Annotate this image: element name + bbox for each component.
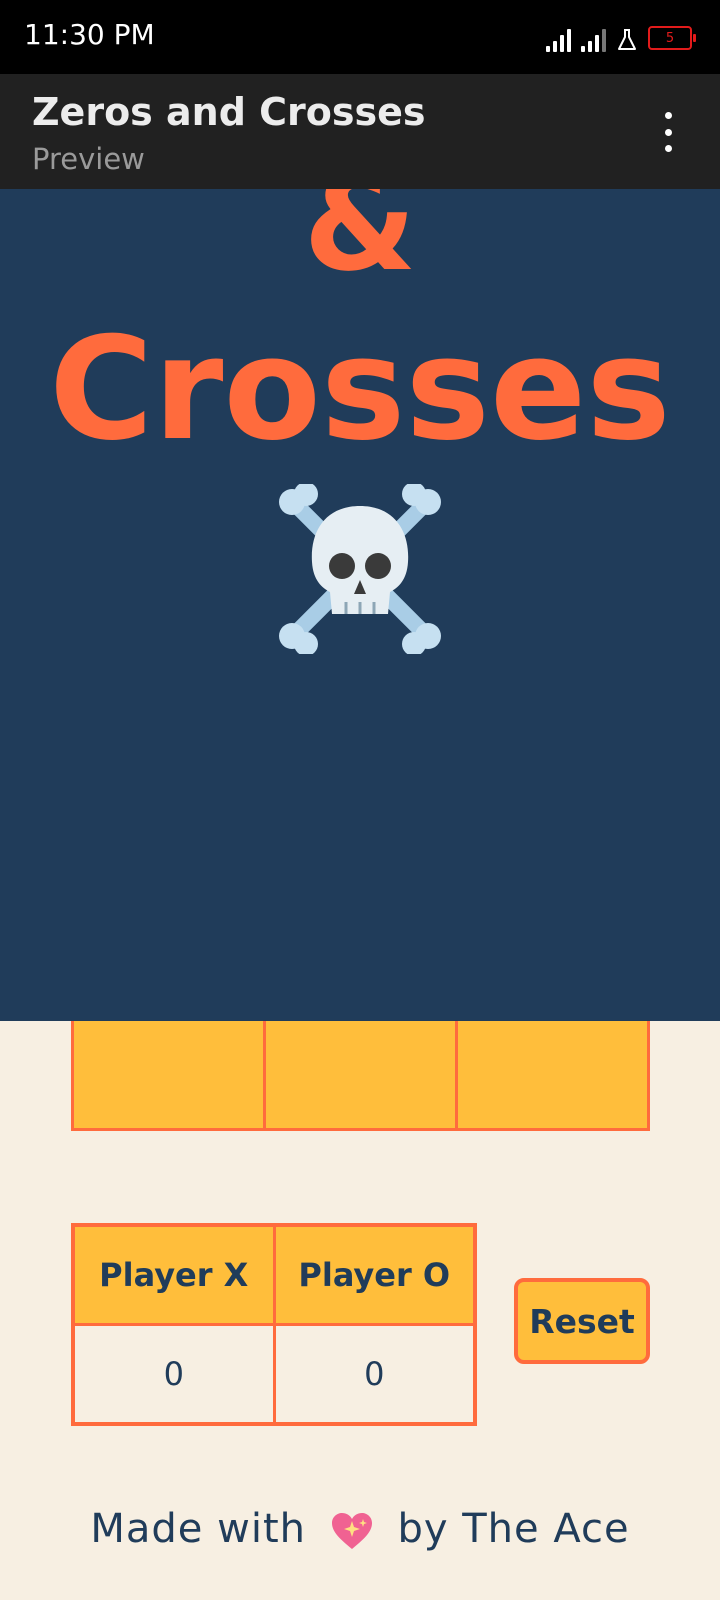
scoreboard: Player X Player O 0 0 <box>71 1223 477 1426</box>
status-bar: 11:30 PM 5 <box>0 0 720 74</box>
status-time: 11:30 PM <box>24 18 155 51</box>
battery-level: 5 <box>665 30 675 46</box>
hero-title: Crosses <box>49 307 671 472</box>
game-board <box>71 1021 650 1131</box>
hero-banner: & Crosses <box>0 189 720 1021</box>
flask-icon <box>616 28 638 52</box>
battery-icon: 5 <box>648 26 696 50</box>
footer: Made with by The Ace <box>0 1506 720 1552</box>
more-vert-icon[interactable] <box>660 112 676 152</box>
skull-and-crossbones-icon <box>279 484 441 654</box>
reset-button[interactable]: Reset <box>514 1278 650 1364</box>
scoreboard-score-row: 0 0 <box>71 1323 477 1426</box>
signal-icon <box>546 28 571 52</box>
sparkling-heart-icon <box>331 1513 372 1549</box>
app-title: Zeros and Crosses <box>32 90 426 134</box>
signal-icon <box>581 28 606 52</box>
board-cell[interactable] <box>266 1021 458 1128</box>
player-x-score: 0 <box>71 1323 276 1426</box>
scoreboard-header-row: Player X Player O <box>71 1223 477 1326</box>
hero-ampersand: & <box>303 189 417 300</box>
app-bar: Zeros and Crosses Preview <box>0 74 720 189</box>
board-cell[interactable] <box>74 1021 266 1128</box>
status-icons: 5 <box>546 22 696 52</box>
footer-suffix: by The Ace <box>397 1506 630 1552</box>
player-o-score: 0 <box>272 1323 477 1426</box>
board-cell[interactable] <box>458 1021 647 1128</box>
footer-prefix: Made with <box>90 1506 306 1552</box>
player-o-header: Player O <box>272 1223 477 1326</box>
player-x-header: Player X <box>71 1223 276 1326</box>
app-subtitle: Preview <box>32 142 145 176</box>
